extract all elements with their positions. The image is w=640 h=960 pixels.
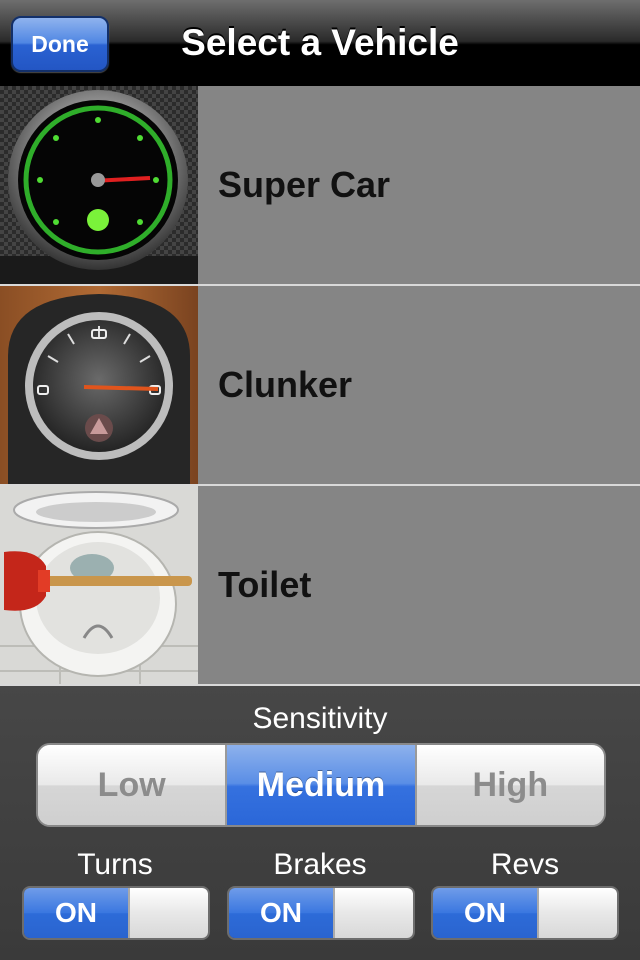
sensitivity-segmented-control: Low Medium High — [36, 743, 606, 827]
navigation-bar: Done Select a Vehicle — [0, 0, 640, 88]
toggle-knob[interactable] — [333, 888, 413, 938]
sensitivity-low-segment[interactable]: Low — [38, 745, 228, 825]
brakes-label: Brakes — [273, 848, 367, 881]
sensitivity-title: Sensitivity — [252, 702, 388, 735]
vehicle-list: Super Car Clunker Toilet — [0, 86, 640, 686]
done-button[interactable]: Done — [11, 16, 109, 72]
supercar-gauge-icon — [0, 86, 198, 284]
toggle-knob[interactable] — [537, 888, 617, 938]
toggle-knob[interactable] — [128, 888, 208, 938]
turns-label: Turns — [77, 848, 153, 881]
clunker-gauge-icon — [0, 286, 198, 484]
vehicle-label: Clunker — [218, 364, 353, 405]
revs-toggle-on-label: ON — [433, 888, 537, 938]
sensitivity-medium-segment[interactable]: Medium — [227, 745, 417, 825]
turns-toggle-switch[interactable]: ON — [22, 886, 210, 940]
vehicle-row-super-car[interactable]: Super Car — [0, 86, 640, 286]
brakes-toggle-on-label: ON — [229, 888, 333, 938]
vehicle-label: Super Car — [218, 164, 391, 205]
brakes-toggle-switch[interactable]: ON — [227, 886, 415, 940]
sensitivity-high-segment[interactable]: High — [416, 745, 604, 825]
page-title: Select a Vehicle — [181, 22, 459, 63]
vehicle-row-toilet[interactable]: Toilet — [0, 486, 640, 686]
revs-toggle-switch[interactable]: ON — [431, 886, 619, 940]
revs-label: Revs — [490, 848, 560, 881]
toilet-plunger-icon — [0, 486, 198, 684]
vehicle-row-clunker[interactable]: Clunker — [0, 286, 640, 486]
turns-toggle-on-label: ON — [24, 888, 128, 938]
vehicle-label: Toilet — [218, 564, 312, 605]
